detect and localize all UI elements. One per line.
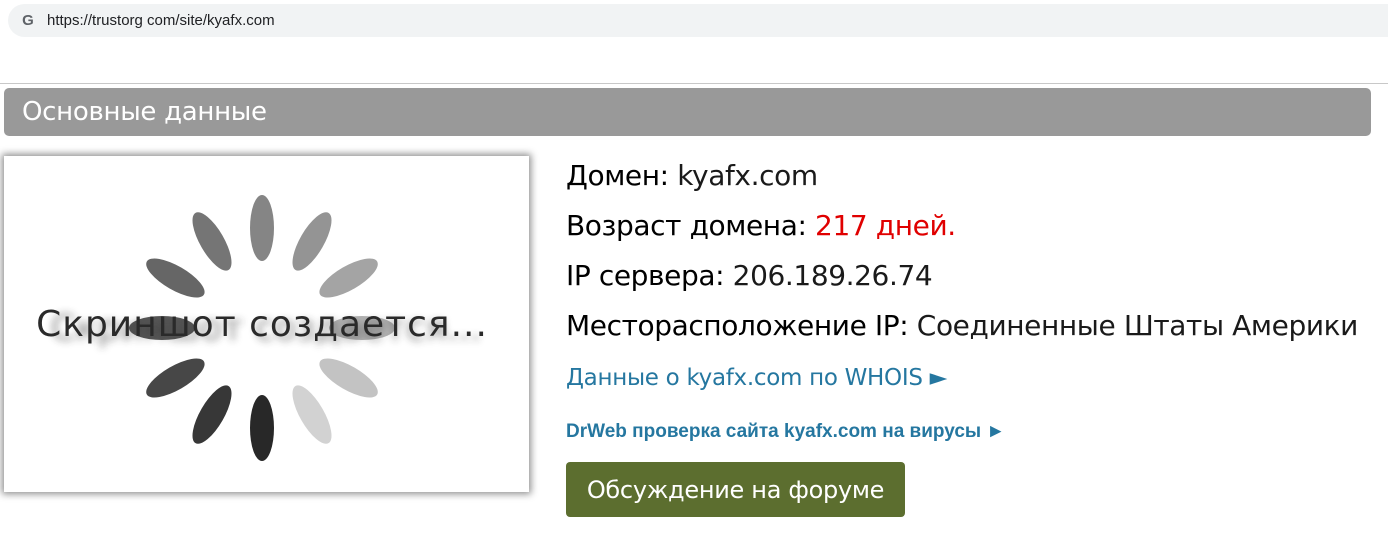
spinner-petal bbox=[146, 258, 205, 298]
spinner-petal bbox=[146, 358, 205, 398]
spinner-petal bbox=[292, 212, 332, 271]
site-screenshot: Скриншот создается... Скриншот создается… bbox=[4, 156, 529, 492]
ip-label: IP сервера: bbox=[566, 259, 725, 292]
screenshot-placeholder-text: Скриншот создается... bbox=[36, 304, 488, 345]
spinner-petal bbox=[319, 358, 378, 398]
location-value: Соединенные Штаты Америки bbox=[916, 309, 1359, 342]
section-header: Основные данные bbox=[4, 88, 1371, 136]
domain-value: kyafx.com bbox=[677, 159, 818, 192]
spinner-petal bbox=[192, 385, 232, 444]
google-g-icon: G bbox=[22, 11, 34, 29]
address-bar[interactable]: G https://trustorg com/site/kyafx.com bbox=[8, 4, 1388, 37]
spinner-petal bbox=[250, 395, 274, 461]
drweb-link[interactable]: DrWeb проверка сайта kyafx.com на вирусы… bbox=[566, 421, 1005, 443]
spinner-petal bbox=[250, 195, 274, 261]
age-row: Возраст домена: 217 дней. bbox=[566, 209, 956, 242]
age-value: 217 дней. bbox=[815, 209, 956, 242]
spinner-petal bbox=[319, 258, 378, 298]
location-row: Месторасположение IP: Соединенные Штаты … bbox=[566, 309, 1358, 342]
url-text[interactable]: https://trustorg com/site/kyafx.com bbox=[47, 12, 275, 29]
spinner-petal bbox=[192, 212, 232, 271]
domain-label: Домен: bbox=[566, 159, 669, 192]
forum-button[interactable]: Обсуждение на форуме bbox=[566, 462, 905, 517]
spinner-petal bbox=[292, 385, 332, 444]
loading-spinner-icon: Скриншот создается... Скриншот создается… bbox=[36, 195, 488, 461]
location-label: Месторасположение IP: bbox=[566, 309, 909, 342]
ip-value: 206.189.26.74 bbox=[732, 259, 933, 292]
ip-row: IP сервера: 206.189.26.74 bbox=[566, 259, 933, 292]
divider bbox=[0, 83, 1388, 84]
domain-row: Домен: kyafx.com bbox=[566, 159, 818, 192]
age-label: Возраст домена: bbox=[566, 209, 807, 242]
whois-link[interactable]: Данные о kyafx.com по WHOIS ► bbox=[566, 365, 947, 391]
section-title: Основные данные bbox=[22, 97, 267, 127]
